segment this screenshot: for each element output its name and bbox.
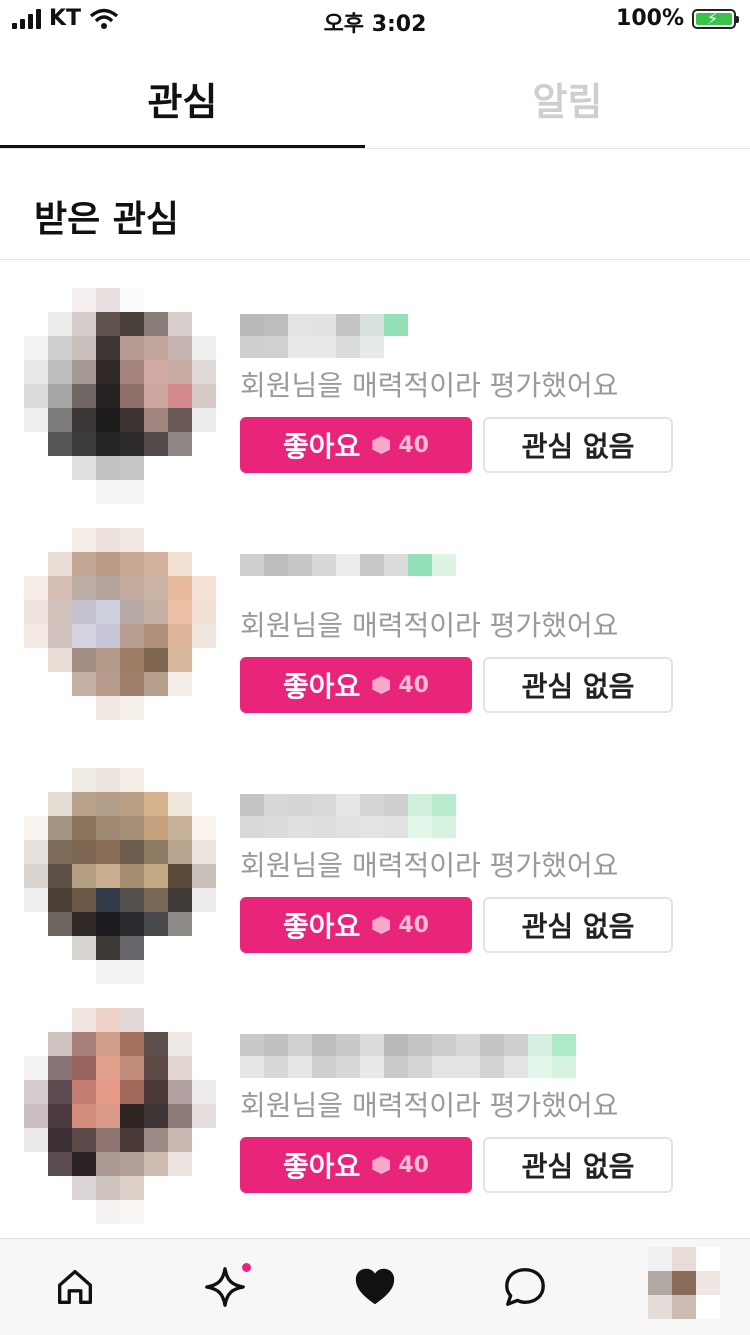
section-title: 받은 관심	[34, 199, 180, 240]
battery-percent: 100%	[616, 6, 684, 31]
blurred-username	[240, 314, 408, 358]
avatar[interactable]	[24, 528, 216, 744]
list-item[interactable]: 회원님을 매력적이라 평가했어요좋아요 40 관심 없음	[0, 502, 750, 744]
tab-bar: 관심 알림	[0, 48, 750, 149]
like-label: 좋아요	[283, 1150, 361, 1183]
interest-description: 회원님을 매력적이라 평가했어요	[240, 369, 619, 402]
status-bar: KT 오후 3:02 100% ⚡	[0, 0, 750, 42]
like-button[interactable]: 좋아요 40	[240, 657, 472, 713]
not-interested-button[interactable]: 관심 없음	[483, 417, 673, 473]
gem-cost: 40	[398, 432, 429, 458]
blurred-username	[240, 1034, 576, 1078]
like-button[interactable]: 좋아요 40	[240, 1137, 472, 1193]
sparkle-icon	[205, 1267, 245, 1307]
list-item[interactable]: 회원님을 매력적이라 평가했어요좋아요 40 관심 없음	[0, 742, 750, 984]
interest-description: 회원님을 매력적이라 평가했어요	[240, 609, 619, 642]
gem-icon	[372, 676, 391, 694]
gem-icon	[372, 1156, 391, 1174]
gem-cost: 40	[398, 1152, 429, 1178]
tab-interest[interactable]: 관심	[0, 48, 365, 148]
gem-cost: 40	[398, 672, 429, 698]
blurred-username	[240, 554, 456, 598]
nav-chat[interactable]	[497, 1259, 553, 1315]
notification-dot	[242, 1263, 251, 1272]
nav-likes[interactable]	[347, 1259, 403, 1315]
not-interested-button[interactable]: 관심 없음	[483, 1137, 673, 1193]
like-label: 좋아요	[283, 430, 361, 463]
battery-icon: ⚡	[692, 8, 739, 29]
list-item[interactable]: 회원님을 매력적이라 평가했어요좋아요 40 관심 없음	[0, 982, 750, 1224]
profile-avatar[interactable]	[648, 1247, 720, 1319]
not-interested-button[interactable]: 관심 없음	[483, 897, 673, 953]
like-button[interactable]: 좋아요 40	[240, 897, 472, 953]
avatar[interactable]	[24, 1008, 216, 1224]
bottom-nav	[0, 1238, 750, 1335]
not-interested-button[interactable]: 관심 없음	[483, 657, 673, 713]
interest-description: 회원님을 매력적이라 평가했어요	[240, 1089, 619, 1122]
interest-description: 회원님을 매력적이라 평가했어요	[240, 849, 619, 882]
blurred-username	[240, 794, 456, 838]
heart-icon	[355, 1268, 395, 1305]
gem-icon	[372, 436, 391, 454]
nav-home[interactable]	[47, 1259, 103, 1315]
tab-notifications[interactable]: 알림	[385, 48, 750, 148]
like-button[interactable]: 좋아요 40	[240, 417, 472, 473]
like-label: 좋아요	[283, 670, 361, 703]
like-label: 좋아요	[283, 910, 361, 943]
nav-discover[interactable]	[197, 1259, 253, 1315]
gem-icon	[372, 916, 391, 934]
avatar[interactable]	[24, 288, 216, 504]
divider	[0, 259, 750, 260]
chat-bubble-icon	[505, 1268, 545, 1306]
avatar[interactable]	[24, 768, 216, 984]
home-icon	[57, 1269, 93, 1305]
list-item[interactable]: 회원님을 매력적이라 평가했어요좋아요 40 관심 없음	[0, 262, 750, 504]
gem-cost: 40	[398, 912, 429, 938]
